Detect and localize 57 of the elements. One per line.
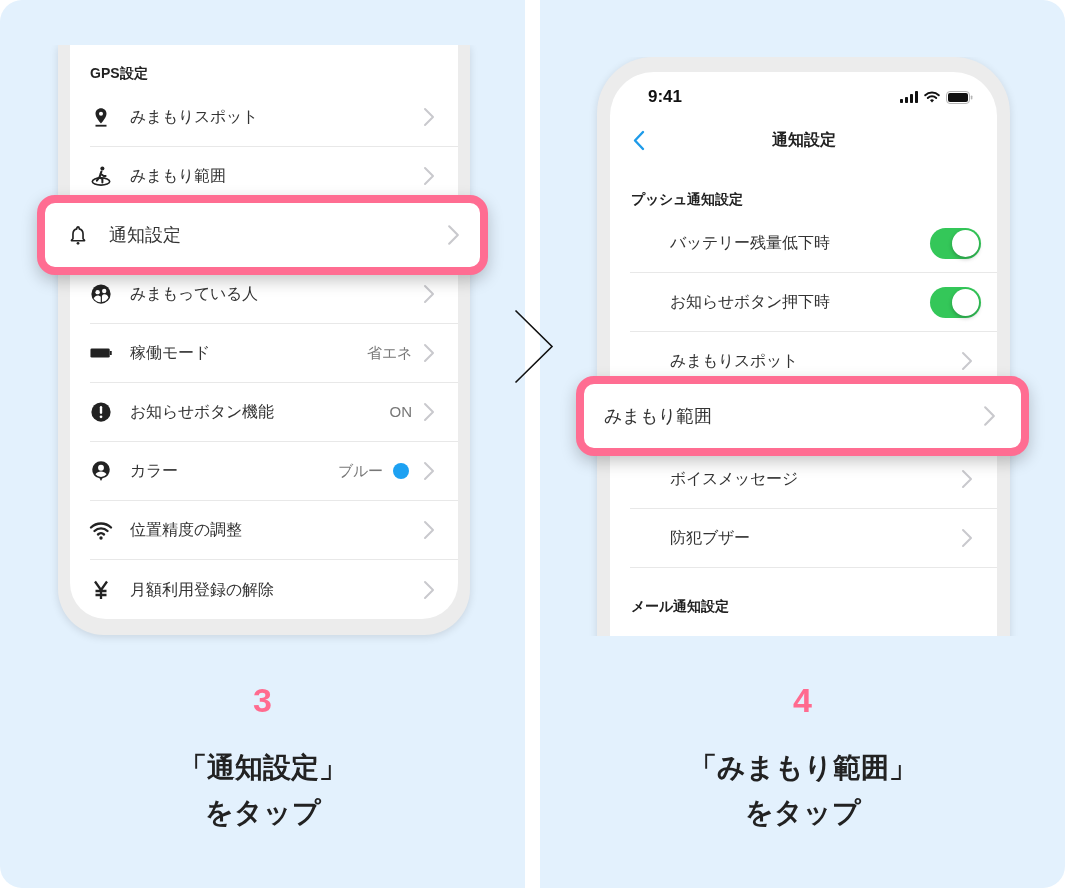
menu-item[interactable]: みまもりスポット [670,349,798,373]
highlighted-menu-item[interactable]: みまもり範囲 [576,376,1029,456]
menu-item-value: ON [389,401,412,422]
alert-circle-icon [90,401,112,423]
menu-item-value: 省エネ [367,342,412,363]
menu-item[interactable]: 稼働モード [130,341,210,365]
chevron-right-icon [423,107,435,127]
chevron-right-icon [961,351,973,371]
person-walking-icon [90,165,112,187]
step-number: 3 [253,680,272,720]
section-header: GPS設定 [90,65,148,81]
step-instruction: 「通知設定」 [178,751,347,785]
chevron-right-icon [514,309,554,384]
menu-item[interactable]: 月額利用登録の解除 [130,577,274,602]
highlighted-menu-item[interactable]: 通知設定 [37,195,488,275]
step-number: 4 [793,680,812,720]
signal-icon [900,91,918,103]
chevron-right-icon [423,461,435,481]
menu-item[interactable]: ボイスメッセージ [670,467,798,491]
chevron-right-icon [961,469,973,489]
menu-item[interactable]: カラー [130,459,178,483]
chevron-left-icon [633,129,645,151]
section-header: メール通知設定 [631,598,729,614]
step-instruction: 「みまもり範囲」 [688,751,917,785]
menu-item[interactable]: みまもり範囲 [130,164,226,188]
user-pin-icon [90,460,112,482]
menu-item[interactable]: 位置精度の調整 [130,518,242,542]
menu-item[interactable]: みまもっている人 [130,282,258,306]
menu-item[interactable]: 防犯ブザー [670,526,750,550]
battery-icon [90,347,112,359]
yen-icon [92,579,110,600]
toggle-switch[interactable] [930,227,981,259]
chevron-right-icon [423,402,435,422]
people-circle-icon [90,283,112,305]
wifi-icon [89,520,113,540]
step-instruction: をタップ [744,796,861,830]
chevron-right-icon [961,528,973,548]
chevron-right-icon [423,343,435,363]
toggle-switch[interactable] [930,286,981,318]
menu-item[interactable]: お知らせボタン押下時 [670,290,830,314]
wifi-icon [924,91,940,103]
menu-item-value: ブルー [338,460,383,481]
status-time: 9:41 [648,86,683,109]
section-header: プッシュ通知設定 [631,191,743,207]
step-instruction: をタップ [204,796,321,830]
battery-icon [946,90,973,104]
nav-title: 通知設定 [771,130,836,150]
chevron-right-icon [423,166,435,186]
chevron-right-icon [423,284,435,304]
menu-item[interactable]: バッテリー残量低下時 [670,231,830,255]
chevron-right-icon [447,224,460,246]
chevron-right-icon [983,405,996,427]
chevron-right-icon [423,579,435,600]
menu-item[interactable]: お知らせボタン機能 [130,400,274,424]
back-button[interactable] [633,129,645,151]
menu-item[interactable]: みまもりスポット [130,105,258,129]
chevron-right-icon [423,520,435,540]
